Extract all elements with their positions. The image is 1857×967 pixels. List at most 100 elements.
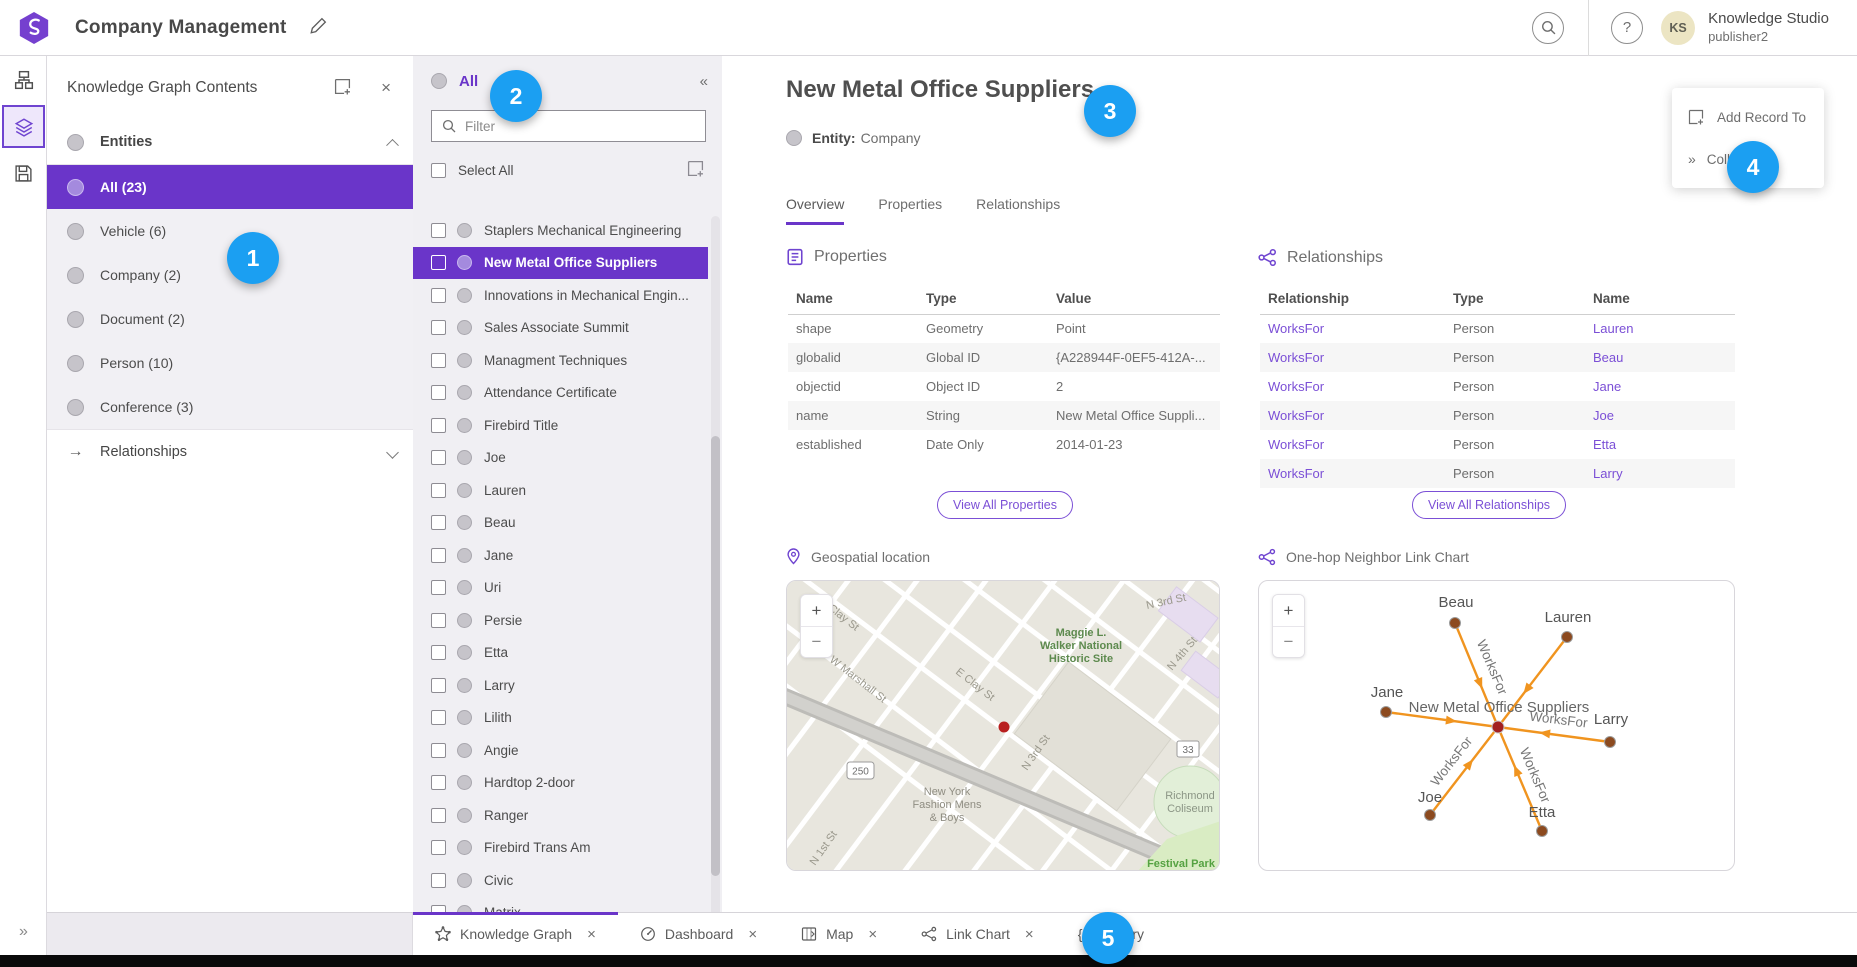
record-row[interactable]: Persie — [413, 604, 708, 637]
bottom-tab-map[interactable]: Map × — [779, 913, 899, 955]
record-row[interactable]: Matrix — [413, 897, 708, 913]
link-chart-node[interactable] — [1562, 632, 1573, 643]
record-checkbox[interactable] — [431, 580, 446, 595]
records-scrollbar[interactable] — [711, 216, 720, 912]
record-row[interactable]: Larry — [413, 669, 708, 702]
record-row[interactable]: Lilith — [413, 702, 708, 735]
entity-type-row[interactable]: Person (10) — [47, 341, 413, 385]
scrollbar-thumb[interactable] — [711, 436, 720, 876]
contents-button[interactable] — [2, 105, 45, 148]
record-row[interactable]: Firebird Title — [413, 409, 708, 442]
entity-type-row[interactable]: Conference (3) — [47, 385, 413, 429]
record-checkbox[interactable] — [431, 450, 446, 465]
record-checkbox[interactable] — [431, 840, 446, 855]
record-checkbox[interactable] — [431, 483, 446, 498]
record-row[interactable]: Sales Associate Summit — [413, 312, 708, 345]
record-row[interactable]: Staplers Mechanical Engineering — [413, 214, 708, 247]
record-row[interactable]: Joe — [413, 442, 708, 475]
tab-overview[interactable]: Overview — [786, 196, 844, 225]
close-tab-icon[interactable]: × — [748, 926, 757, 943]
close-tab-icon[interactable]: × — [868, 926, 877, 943]
record-row[interactable]: Civic — [413, 864, 708, 897]
map-zoom-in-button[interactable]: + — [801, 595, 832, 626]
record-checkbox[interactable] — [431, 548, 446, 563]
record-row[interactable]: Angie — [413, 734, 708, 767]
record-row[interactable]: New Metal Office Suppliers — [413, 247, 708, 280]
view-all-properties-button[interactable]: View All Properties — [937, 491, 1073, 519]
user-block[interactable]: Knowledge Studio publisher2 — [1708, 10, 1829, 45]
record-checkbox[interactable] — [431, 775, 446, 790]
link-chart-node[interactable] — [1605, 737, 1616, 748]
select-all-checkbox[interactable] — [431, 163, 446, 178]
record-row[interactable]: Etta — [413, 637, 708, 670]
tab-properties[interactable]: Properties — [878, 196, 942, 225]
relationship-name-link[interactable]: Lauren — [1585, 314, 1735, 343]
collapse-panel-button[interactable]: « — [700, 73, 706, 90]
relationship-type-link[interactable]: WorksFor — [1260, 372, 1445, 401]
record-row[interactable]: Attendance Certificate — [413, 377, 708, 410]
bottom-tab-knowledge-graph[interactable]: Knowledge Graph × — [413, 913, 618, 955]
link-chart-node[interactable] — [1381, 707, 1392, 718]
search-button[interactable] — [1532, 12, 1564, 44]
record-checkbox[interactable] — [431, 710, 446, 725]
link-chart-node[interactable] — [1450, 618, 1461, 629]
expand-rail-button[interactable]: » — [0, 923, 47, 941]
relationship-type-link[interactable]: WorksFor — [1260, 401, 1445, 430]
relationship-name-link[interactable]: Etta — [1585, 430, 1735, 459]
menu-item-add-record-to[interactable]: Add Record To — [1672, 96, 1824, 138]
record-row[interactable]: Hardtop 2-door — [413, 767, 708, 800]
data-model-button[interactable] — [0, 56, 47, 103]
link-chart-node[interactable] — [1537, 826, 1548, 837]
record-row[interactable]: Managment Techniques — [413, 344, 708, 377]
record-checkbox[interactable] — [431, 385, 446, 400]
close-tab-icon[interactable]: × — [587, 926, 596, 943]
edit-title-button[interactable] — [309, 17, 327, 38]
map-card[interactable]: 250 33 W Clay St W Marshall St E Clay St… — [786, 580, 1220, 871]
view-all-relationships-button[interactable]: View All Relationships — [1412, 491, 1566, 519]
record-checkbox[interactable] — [431, 905, 446, 912]
record-row[interactable]: Uri — [413, 572, 708, 605]
record-checkbox[interactable] — [431, 255, 446, 270]
close-tab-icon[interactable]: × — [1025, 926, 1034, 943]
entities-section-header[interactable]: Entities — [47, 120, 413, 164]
bottom-tab-link-chart[interactable]: Link Chart × — [899, 913, 1056, 955]
record-checkbox[interactable] — [431, 808, 446, 823]
record-row[interactable]: Lauren — [413, 474, 708, 507]
record-checkbox[interactable] — [431, 418, 446, 433]
filter-input[interactable] — [465, 119, 665, 134]
save-button[interactable] — [0, 150, 47, 197]
link-chart-zoom-out-button[interactable]: − — [1273, 626, 1304, 657]
record-checkbox[interactable] — [431, 873, 446, 888]
record-checkbox[interactable] — [431, 645, 446, 660]
relationship-name-link[interactable]: Jane — [1585, 372, 1735, 401]
relationship-type-link[interactable]: WorksFor — [1260, 343, 1445, 372]
relationship-type-link[interactable]: WorksFor — [1260, 459, 1445, 488]
relationship-name-link[interactable]: Joe — [1585, 401, 1735, 430]
record-row[interactable]: Jane — [413, 539, 708, 572]
tab-relationships[interactable]: Relationships — [976, 196, 1060, 225]
link-chart-center-node[interactable] — [1492, 721, 1504, 733]
record-checkbox[interactable] — [431, 353, 446, 368]
map-canvas[interactable]: 250 33 W Clay St W Marshall St E Clay St… — [787, 581, 1220, 871]
entity-type-row[interactable]: Document (2) — [47, 297, 413, 341]
help-button[interactable]: ? — [1611, 12, 1643, 44]
link-chart-zoom-in-button[interactable]: + — [1273, 595, 1304, 626]
record-row[interactable]: Beau — [413, 507, 708, 540]
add-record-button[interactable] — [683, 156, 708, 184]
record-checkbox[interactable] — [431, 223, 446, 238]
bottom-tab-dashboard[interactable]: Dashboard × — [618, 913, 779, 955]
map-zoom-out-button[interactable]: − — [801, 626, 832, 657]
relationship-type-link[interactable]: WorksFor — [1260, 430, 1445, 459]
record-checkbox[interactable] — [431, 320, 446, 335]
record-checkbox[interactable] — [431, 678, 446, 693]
avatar[interactable]: KS — [1661, 11, 1695, 45]
link-chart-card[interactable]: WorksForWorksForWorksForWorksForBeauLaur… — [1258, 580, 1735, 871]
record-location-marker[interactable] — [999, 722, 1010, 733]
entity-type-row[interactable]: All (23) — [47, 165, 413, 209]
relationship-type-link[interactable]: WorksFor — [1260, 314, 1445, 343]
relationship-name-link[interactable]: Beau — [1585, 343, 1735, 372]
record-checkbox[interactable] — [431, 743, 446, 758]
record-row[interactable]: Ranger — [413, 799, 708, 832]
record-row[interactable]: Firebird Trans Am — [413, 832, 708, 865]
close-panel-button[interactable]: × — [377, 74, 395, 102]
